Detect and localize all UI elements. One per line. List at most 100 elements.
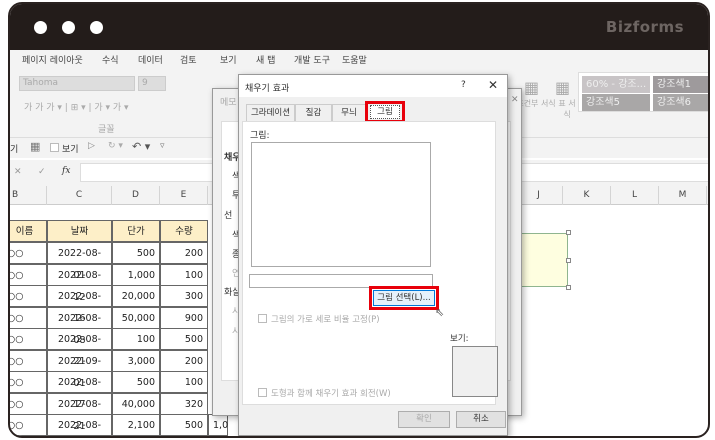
enter-icon[interactable]: ✓ (38, 167, 46, 177)
conditional-format-icon[interactable]: ▦ (524, 78, 539, 97)
table-cell[interactable]: 1,0 (208, 414, 228, 436)
table-cell[interactable]: 2022-08-08 (47, 306, 112, 346)
comment-shape[interactable] (520, 233, 568, 287)
table-cell[interactable]: ○○ (10, 371, 47, 393)
table-cell[interactable]: 500 (160, 414, 208, 436)
lock-ratio-checkbox[interactable] (258, 314, 267, 323)
table-cell[interactable]: ○○ (10, 349, 47, 372)
resize-handle[interactable] (566, 230, 571, 235)
table-cell[interactable]: 2022-08-21 (47, 392, 112, 432)
table-cell[interactable]: 200 (160, 349, 208, 372)
font-name-select[interactable]: Tahoma (19, 76, 135, 91)
table-cell[interactable]: 320 (160, 392, 208, 415)
table-cell[interactable]: ○○ (10, 328, 47, 350)
qat-item[interactable]: 기 (10, 142, 18, 155)
ok-button[interactable]: 확인 (398, 411, 450, 428)
table-cell[interactable]: ○○ (10, 285, 47, 307)
table-cell[interactable]: 2022-08-16 (47, 285, 112, 324)
col-header-b[interactable]: B (10, 186, 47, 205)
menu-developer[interactable]: 개발 도구 (294, 53, 330, 66)
menu-formulas[interactable]: 수식 (102, 53, 119, 66)
table-cell[interactable]: 2022-09-01 (47, 349, 112, 389)
tab-pattern[interactable]: 무늬 (332, 104, 366, 121)
cancel-button[interactable]: 취소 (456, 411, 506, 428)
table-cell[interactable]: 2022-08-12 (47, 263, 112, 303)
function-icon[interactable]: fx (62, 166, 70, 176)
table-header-cell[interactable]: 날짜 (47, 220, 112, 242)
col-header-d[interactable]: D (112, 186, 160, 205)
undo-icon[interactable]: ↶ ▾ (132, 140, 150, 153)
col-header-c[interactable]: C (47, 186, 112, 205)
close-icon[interactable]: ✕ (488, 78, 498, 92)
rotate-label: 도형과 함께 채우기 효과 회전(W) (271, 389, 391, 399)
table-cell[interactable]: 2022-08-21 (47, 328, 112, 367)
style-60-accent[interactable]: 60% - 강조... (582, 76, 650, 93)
table-cell[interactable]: ○○ (10, 306, 47, 329)
table-cell[interactable]: ○○ (10, 242, 47, 264)
col-header-l[interactable]: L (611, 186, 659, 205)
table-format-label[interactable]: 표 서식 (555, 98, 579, 120)
menu-data[interactable]: 데이터 (138, 53, 163, 66)
table-cell[interactable]: 40,000 (112, 392, 160, 415)
table-cell[interactable]: 500 (160, 328, 208, 350)
table-cell[interactable]: ○○ (10, 392, 47, 415)
col-header-k[interactable]: K (563, 186, 611, 205)
table-header-cell[interactable]: 수량 (160, 220, 208, 242)
grid-icon[interactable]: ▦ (30, 140, 40, 153)
menu-new-tab[interactable]: 새 탭 (256, 53, 275, 66)
font-style-buttons[interactable]: 가 가 가 ▾ | ⊞ ▾ | 가 ▾ 가 ▾ (24, 100, 129, 113)
view-checkbox[interactable] (50, 143, 59, 152)
cancel-icon[interactable]: ✕ (14, 167, 22, 177)
style-accent6[interactable]: 강조색6 (653, 94, 708, 111)
table-cell[interactable]: 900 (160, 306, 208, 329)
resize-handle[interactable] (566, 258, 571, 263)
table-cell[interactable]: 1,000 (112, 263, 160, 286)
col-header-j[interactable]: J (515, 186, 563, 205)
table-header-cell[interactable]: 이름 (10, 220, 47, 242)
table-cell[interactable]: 20,000 (112, 285, 160, 307)
table-format-icon[interactable]: ▦ (555, 78, 570, 97)
tab-picture[interactable]: 그림 (370, 105, 400, 119)
conditional-format-label[interactable]: 조건부 서식 (516, 98, 556, 109)
table-cell[interactable]: ○○ (10, 414, 47, 436)
tab-gradient[interactable]: 그라데이션 (246, 104, 295, 121)
table-cell[interactable]: 500 (112, 371, 160, 393)
close-icon[interactable]: ✕ (511, 95, 519, 105)
menu-page-layout[interactable]: 페이지 레이아웃 (22, 53, 83, 66)
window-dot (90, 21, 103, 34)
table-cell[interactable]: 100 (160, 371, 208, 393)
table-cell[interactable]: 500 (112, 242, 160, 264)
table-cell[interactable]: 3,000 (112, 349, 160, 372)
window-dot (62, 21, 75, 34)
table-cell[interactable]: 100 (112, 328, 160, 350)
table-cell[interactable]: 2,100 (112, 414, 160, 436)
table-header-cell[interactable]: 단가 (112, 220, 160, 242)
style-accent1[interactable]: 강조색1 (653, 76, 708, 93)
pointer-icon[interactable]: ▷ (88, 141, 95, 151)
table-cell[interactable]: 2022-08-01 (47, 242, 112, 281)
table-cell[interactable]: 300 (160, 285, 208, 307)
bizforms-logo: Bizforms (605, 18, 684, 36)
tab-texture[interactable]: 질감 (295, 104, 332, 121)
table-cell[interactable]: 2022-08-22 (47, 414, 112, 436)
style-accent5[interactable]: 강조색5 (582, 94, 650, 111)
rotate-checkbox[interactable] (258, 388, 267, 397)
app-window: Bizforms 페이지 레이아웃 수식 데이터 검토 보기 새 탭 개발 도구… (8, 2, 710, 438)
table-cell[interactable]: 200 (160, 242, 208, 264)
col-header-e[interactable]: E (160, 186, 208, 205)
menu-help[interactable]: 도움말 (342, 53, 367, 66)
resize-handle[interactable] (566, 285, 571, 290)
table-cell[interactable]: 50,000 (112, 306, 160, 329)
help-button[interactable]: ? (461, 80, 466, 90)
customize-icon[interactable]: ▿ (160, 141, 165, 151)
redo-icon[interactable]: ↻ ▾ (108, 141, 123, 151)
col-header-m[interactable]: M (659, 186, 707, 205)
lock-ratio-label: 그림의 가로 세로 비율 고정(P) (271, 315, 380, 325)
select-picture-button[interactable]: 그림 선택(L)... (373, 290, 435, 306)
font-size-select[interactable]: 9 (138, 76, 166, 91)
table-cell[interactable]: 2022-08-17 (47, 371, 112, 410)
table-cell[interactable]: ○○ (10, 263, 47, 286)
menu-view[interactable]: 보기 (220, 53, 237, 66)
table-cell[interactable]: 100 (160, 263, 208, 286)
menu-review[interactable]: 검토 (180, 53, 197, 66)
